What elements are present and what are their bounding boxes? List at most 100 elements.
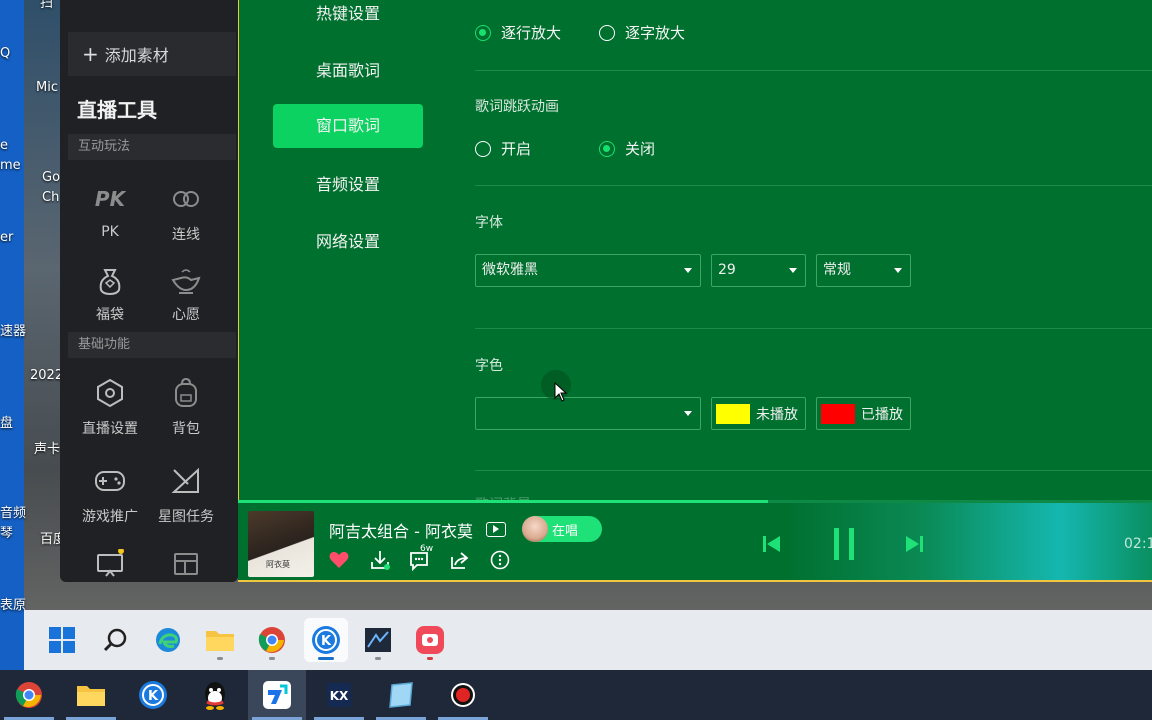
kugou-icon: K (139, 681, 167, 709)
divider (475, 70, 1152, 71)
live-companion-icon (416, 626, 444, 654)
font-size-select[interactable]: 29 (711, 254, 806, 287)
kx-app-icon: KX (327, 683, 351, 707)
radio-animation-on[interactable]: 开启 (475, 138, 531, 159)
radio-animation-off[interactable]: 关闭 (599, 138, 655, 159)
host-chrome[interactable] (0, 670, 58, 720)
desktop-label[interactable]: 音频 (0, 502, 26, 521)
desktop-label[interactable]: Q (0, 46, 10, 61)
album-cover-caption: 阿衣莫 (266, 560, 290, 569)
desktop-label[interactable]: me (0, 158, 21, 173)
desktop-label[interactable]: 琴 (0, 522, 13, 541)
font-family-value: 微软雅黑 (482, 262, 538, 278)
taskbar-edge[interactable] (146, 618, 190, 662)
start-button[interactable] (40, 618, 84, 662)
tool-wish-label: 心愿 (172, 307, 200, 323)
mv-icon[interactable] (486, 522, 506, 537)
host-recorder[interactable] (434, 670, 492, 720)
divider (475, 470, 1152, 471)
tool-screen[interactable] (72, 546, 148, 580)
next-track-icon[interactable] (903, 532, 927, 556)
host-kx-app[interactable]: KX (310, 670, 368, 720)
desktop-label[interactable]: Go (42, 170, 60, 185)
desktop-label[interactable]: Ch (42, 190, 59, 205)
chevron-down-icon (684, 411, 692, 416)
tool-link[interactable]: 连线 (148, 180, 224, 260)
tool-pk[interactable]: PK PK (72, 180, 148, 260)
add-material-button[interactable]: + 添加素材 (68, 32, 236, 76)
tool-game-promo-label: 游戏推广 (82, 509, 138, 525)
tool-link-label: 连线 (172, 227, 200, 243)
nav-hotkey-settings[interactable]: 热键设置 (273, 0, 423, 36)
host-qq[interactable] (186, 670, 244, 720)
tool-backpack[interactable]: 背包 (148, 374, 224, 454)
host-file-explorer[interactable] (62, 670, 120, 720)
heart-icon[interactable] (328, 550, 350, 570)
taskbar-chrome[interactable] (250, 618, 294, 662)
hexagon-settings-icon (93, 376, 127, 410)
pause-icon[interactable] (828, 526, 860, 562)
tool-game-promo[interactable]: 游戏推广 (72, 462, 148, 542)
divider (475, 328, 1152, 329)
tool-live-settings[interactable]: 直播设置 (72, 374, 148, 454)
desktop-label[interactable]: 盘 (0, 412, 13, 431)
jump-animation-label: 歌词跳跃动画 (475, 99, 559, 115)
nav-audio-settings[interactable]: 音频设置 (273, 163, 423, 207)
tool-live-settings-label: 直播设置 (82, 421, 138, 437)
desktop-label[interactable]: e (0, 138, 8, 153)
taskbar-app-dark[interactable] (356, 618, 400, 662)
previous-track-icon[interactable] (759, 532, 783, 556)
font-color-label: 字色 (475, 358, 503, 374)
share-icon[interactable] (449, 549, 471, 571)
desktop-label[interactable]: 声卡 (34, 438, 60, 457)
radio-word-zoom[interactable]: 逐字放大 (599, 22, 685, 43)
backpack-icon (169, 376, 203, 410)
song-title[interactable]: 阿吉太组合 - 阿衣莫 (329, 518, 473, 542)
tool-star-task[interactable]: 星图任务 (148, 462, 224, 542)
nav-desktop-lyrics[interactable]: 桌面歌词 (273, 49, 423, 93)
section-interactive: 互动玩法 (68, 134, 236, 160)
font-style-select[interactable]: 常规 (816, 254, 911, 287)
font-family-select[interactable]: 微软雅黑 (475, 254, 701, 287)
host-app-selected[interactable] (248, 670, 306, 720)
radio-line-zoom[interactable]: 逐行放大 (475, 22, 561, 43)
mouse-cursor-icon (554, 382, 568, 402)
chevron-down-icon (894, 268, 902, 273)
desktop-label[interactable]: 速器 (0, 320, 26, 339)
singing-label: 在唱 (552, 523, 579, 539)
desktop-label[interactable]: 2022 (30, 368, 63, 383)
record-icon (451, 683, 475, 707)
unplayed-color-label: 未播放 (756, 406, 798, 423)
tool-layout[interactable] (148, 546, 224, 580)
tool-star-task-label: 星图任务 (158, 509, 214, 525)
desktop-label[interactable]: Mic (36, 80, 58, 95)
download-icon[interactable] (369, 549, 391, 571)
desktop-label[interactable]: 表原 (0, 594, 26, 613)
played-color-button[interactable]: 已播放 (816, 397, 911, 430)
tool-wish[interactable]: 心愿 (148, 262, 224, 342)
taskbar-douyin-live[interactable] (408, 618, 452, 662)
more-icon[interactable] (489, 549, 511, 571)
desktop-label[interactable]: 扫 (40, 0, 53, 11)
lyrics-settings-window: 热键设置 桌面歌词 窗口歌词 音频设置 网络设置 逐行放大 逐字放大 歌词跳跃动… (238, 0, 1152, 582)
chrome-icon (258, 627, 285, 653)
progress-track[interactable] (238, 500, 1152, 503)
search-icon (103, 628, 127, 652)
nav-window-lyrics[interactable]: 窗口歌词 (273, 104, 423, 148)
taskbar-search[interactable] (94, 618, 138, 662)
host-notes-app[interactable] (372, 670, 430, 720)
meeting-app-icon (263, 681, 291, 709)
taskbar-kugou[interactable]: K (304, 618, 348, 662)
color-scheme-select[interactable] (475, 397, 701, 430)
unplayed-color-button[interactable]: 未播放 (711, 397, 806, 430)
taskbar-file-explorer[interactable] (198, 618, 242, 662)
nav-network-settings[interactable]: 网络设置 (273, 220, 423, 264)
gamepad-icon (93, 464, 127, 498)
tool-lucky-bag[interactable]: 福袋 (72, 262, 148, 342)
desktop-label[interactable]: er (0, 230, 13, 245)
singing-badge[interactable]: 在唱 (522, 516, 602, 542)
plus-icon: + (82, 42, 99, 66)
album-cover[interactable]: 阿衣莫 (248, 511, 314, 577)
font-size-value: 29 (718, 262, 736, 278)
host-kugou[interactable]: K (124, 670, 182, 720)
